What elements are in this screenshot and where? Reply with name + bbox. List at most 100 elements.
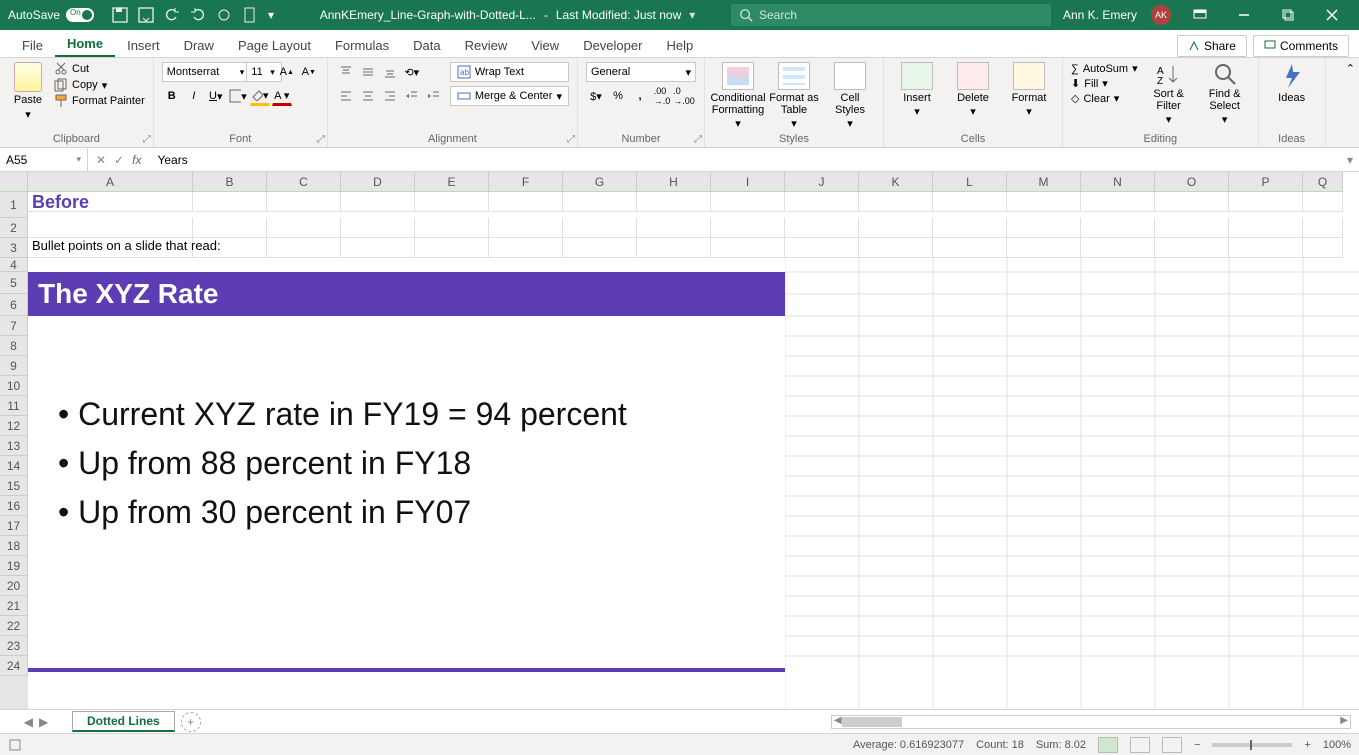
chevron-down-icon[interactable]: ▾ [25, 108, 31, 121]
cell[interactable] [28, 218, 193, 238]
delete-cells-button[interactable]: Delete▾ [948, 62, 998, 118]
cell[interactable] [859, 238, 933, 258]
sheet-tab-active[interactable]: Dotted Lines [72, 711, 175, 732]
col-header[interactable]: N [1081, 172, 1155, 192]
tab-review[interactable]: Review [453, 34, 520, 57]
col-header[interactable]: P [1229, 172, 1303, 192]
align-right-button[interactable] [380, 86, 400, 106]
cell[interactable] [637, 192, 711, 212]
insert-cells-button[interactable]: Insert▾ [892, 62, 942, 118]
col-header[interactable]: D [341, 172, 415, 192]
cell[interactable] [785, 238, 859, 258]
page-layout-view-button[interactable] [1130, 737, 1150, 753]
col-header[interactable]: K [859, 172, 933, 192]
chevron-down-icon[interactable]: ▾ [240, 67, 245, 78]
cell[interactable] [1081, 238, 1155, 258]
row-header[interactable]: 14 [0, 456, 28, 476]
col-header[interactable]: C [267, 172, 341, 192]
cell[interactable] [933, 238, 1007, 258]
cell[interactable] [415, 192, 489, 212]
row-header[interactable]: 21 [0, 596, 28, 616]
prev-sheet-icon[interactable]: ◀ [24, 715, 33, 729]
record-macro-icon[interactable] [8, 738, 22, 752]
save-icon[interactable] [112, 7, 128, 23]
row-header[interactable]: 7 [0, 316, 28, 336]
cell[interactable] [785, 192, 859, 212]
expand-formula-bar-icon[interactable]: ▾ [1341, 153, 1359, 167]
increase-decimal-button[interactable]: .00→.0 [652, 86, 672, 106]
modified-dropdown-icon[interactable]: ▾ [689, 8, 695, 22]
increase-indent-button[interactable] [424, 86, 444, 106]
row-header[interactable]: 19 [0, 556, 28, 576]
tab-help[interactable]: Help [654, 34, 705, 57]
autosum-button[interactable]: ∑AutoSum ▾ [1071, 62, 1138, 75]
italic-button[interactable]: I [184, 86, 204, 106]
add-sheet-button[interactable]: + [181, 712, 201, 732]
zoom-out-button[interactable]: − [1194, 739, 1200, 751]
dialog-launcher-icon[interactable]: ⤢ [567, 134, 575, 145]
orientation-button[interactable]: ⟲▾ [402, 62, 422, 82]
touch-mode-icon[interactable] [216, 7, 232, 23]
align-center-button[interactable] [358, 86, 378, 106]
cell-a1[interactable]: Before [28, 192, 193, 212]
conditional-formatting-button[interactable]: Conditional Formatting▾ [713, 62, 763, 130]
cancel-formula-icon[interactable]: ✕ [96, 153, 106, 167]
redo-icon[interactable] [190, 7, 206, 23]
format-painter-button[interactable]: Format Painter [54, 94, 145, 108]
decrease-indent-button[interactable] [402, 86, 422, 106]
row-header[interactable]: 16 [0, 496, 28, 516]
font-name-select[interactable] [162, 62, 252, 82]
minimize-icon[interactable] [1229, 0, 1259, 30]
cell[interactable] [341, 192, 415, 212]
close-icon[interactable] [1317, 0, 1347, 30]
row-header[interactable]: 12 [0, 416, 28, 436]
tab-data[interactable]: Data [401, 34, 452, 57]
cell-styles-button[interactable]: Cell Styles▾ [825, 62, 875, 130]
scroll-right-icon[interactable]: ▶ [1340, 715, 1348, 726]
cell[interactable] [415, 218, 489, 238]
cell[interactable] [859, 218, 933, 238]
col-header[interactable]: G [563, 172, 637, 192]
currency-button[interactable]: $▾ [586, 86, 606, 106]
formula-input[interactable]: Years [149, 153, 1341, 167]
cell[interactable] [1155, 218, 1229, 238]
cell[interactable] [341, 218, 415, 238]
qat-more-icon[interactable]: ▾ [268, 8, 274, 22]
col-header[interactable]: J [785, 172, 859, 192]
cell[interactable] [711, 238, 785, 258]
chevron-down-icon[interactable]: ▾ [102, 79, 108, 92]
undo-icon[interactable] [164, 7, 180, 23]
cell[interactable] [933, 192, 1007, 212]
row-header[interactable]: 6 [0, 294, 28, 316]
page-break-view-button[interactable] [1162, 737, 1182, 753]
cell[interactable] [711, 192, 785, 212]
scroll-thumb[interactable] [842, 717, 902, 727]
percent-button[interactable]: % [608, 86, 628, 106]
tab-view[interactable]: View [519, 34, 571, 57]
cell[interactable] [193, 218, 267, 238]
cell[interactable] [1081, 218, 1155, 238]
tab-home[interactable]: Home [55, 32, 115, 57]
row-header[interactable]: 18 [0, 536, 28, 556]
cell[interactable] [267, 192, 341, 212]
cell[interactable] [637, 238, 711, 258]
tab-formulas[interactable]: Formulas [323, 34, 401, 57]
ideas-button[interactable]: Ideas [1267, 62, 1317, 104]
comma-button[interactable]: , [630, 86, 650, 106]
align-bottom-button[interactable] [380, 62, 400, 82]
find-select-button[interactable]: Find & Select▾ [1200, 62, 1250, 126]
zoom-slider[interactable] [1212, 743, 1292, 747]
dialog-launcher-icon[interactable]: ⤢ [694, 134, 702, 145]
horizontal-scrollbar[interactable]: ◀ ▶ [831, 715, 1351, 729]
fill-color-button[interactable]: ▾ [250, 86, 270, 106]
name-box[interactable]: A55▾ [0, 148, 88, 171]
col-header[interactable]: E [415, 172, 489, 192]
font-color-button[interactable]: A ▾ [272, 86, 292, 106]
cell[interactable] [1303, 218, 1343, 238]
row-header[interactable]: 3 [0, 238, 28, 258]
cut-button[interactable]: Cut [54, 62, 145, 76]
zoom-level[interactable]: 100% [1323, 739, 1351, 751]
cell[interactable] [1229, 238, 1303, 258]
zoom-thumb[interactable] [1250, 740, 1252, 750]
format-cells-button[interactable]: Format▾ [1004, 62, 1054, 118]
